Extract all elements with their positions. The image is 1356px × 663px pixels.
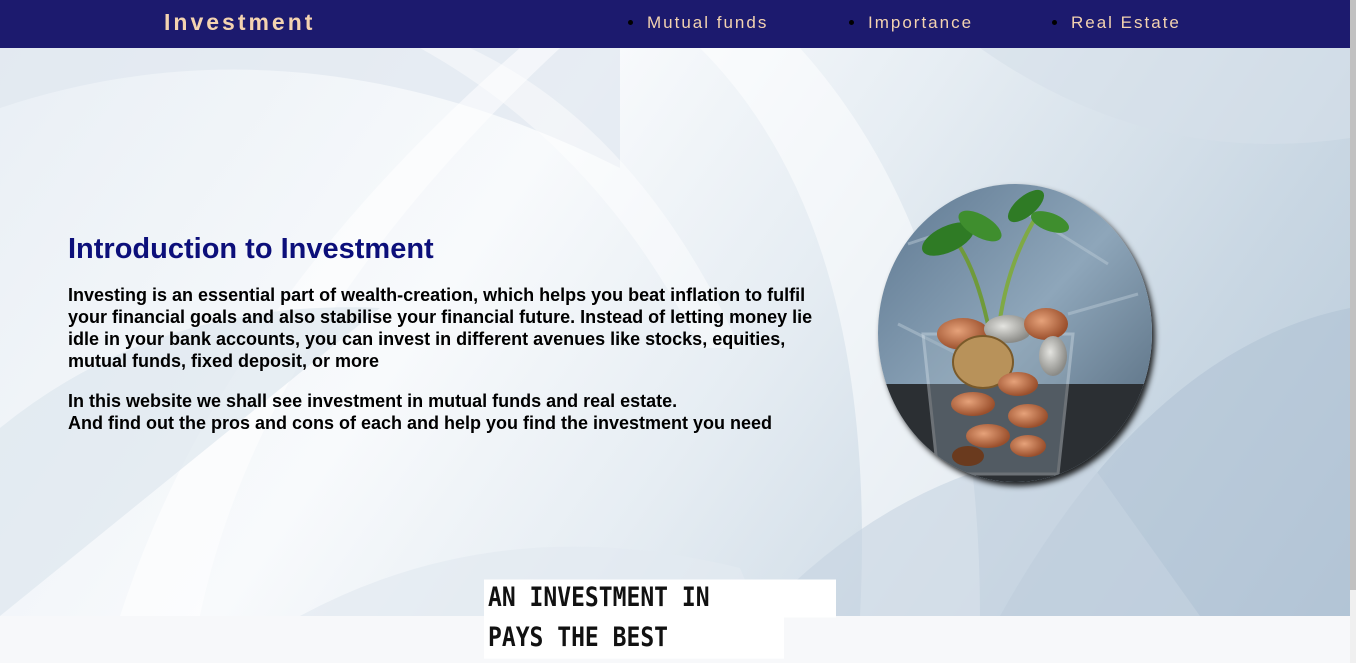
nav-item-label[interactable]: Real Estate: [1071, 13, 1181, 32]
page-scrollbar[interactable]: [1350, 0, 1356, 663]
website-note-line-2: And find out the pros and cons of each a…: [68, 413, 773, 433]
intro-paragraph: Investing is an essential part of wealth…: [68, 285, 813, 371]
nav-menu: Mutual funds Importance Real Estate: [0, 13, 1350, 37]
scrollbar-thumb[interactable]: [1350, 0, 1356, 590]
intro-website-note: In this website we shall see investment …: [68, 390, 828, 434]
nav-item-label[interactable]: Mutual funds: [647, 13, 768, 32]
hero-section: Introduction to Investment Investing is …: [0, 48, 1350, 616]
bullet-icon: [1052, 20, 1057, 26]
nav-item-real-estate[interactable]: Real Estate: [1052, 13, 1181, 37]
coins-jar-with-plant-image: [878, 184, 1152, 482]
nav-item-importance[interactable]: Importance: [849, 13, 973, 37]
top-navbar: Investment Mutual funds Importance Real …: [0, 0, 1350, 48]
bullet-icon: [849, 20, 854, 26]
bullet-icon: [628, 20, 633, 26]
website-note-line-1: In this website we shall see investment …: [68, 391, 678, 411]
intro-title: Introduction to Investment: [68, 233, 434, 265]
quote-line-1: AN INVESTMENT IN KNOWLEDGE: [484, 579, 836, 651]
nav-item-label[interactable]: Importance: [868, 13, 973, 32]
nav-item-mutual-funds[interactable]: Mutual funds: [628, 13, 768, 37]
quote-line-2: PAYS THE BEST INTEREST.: [484, 617, 784, 659]
